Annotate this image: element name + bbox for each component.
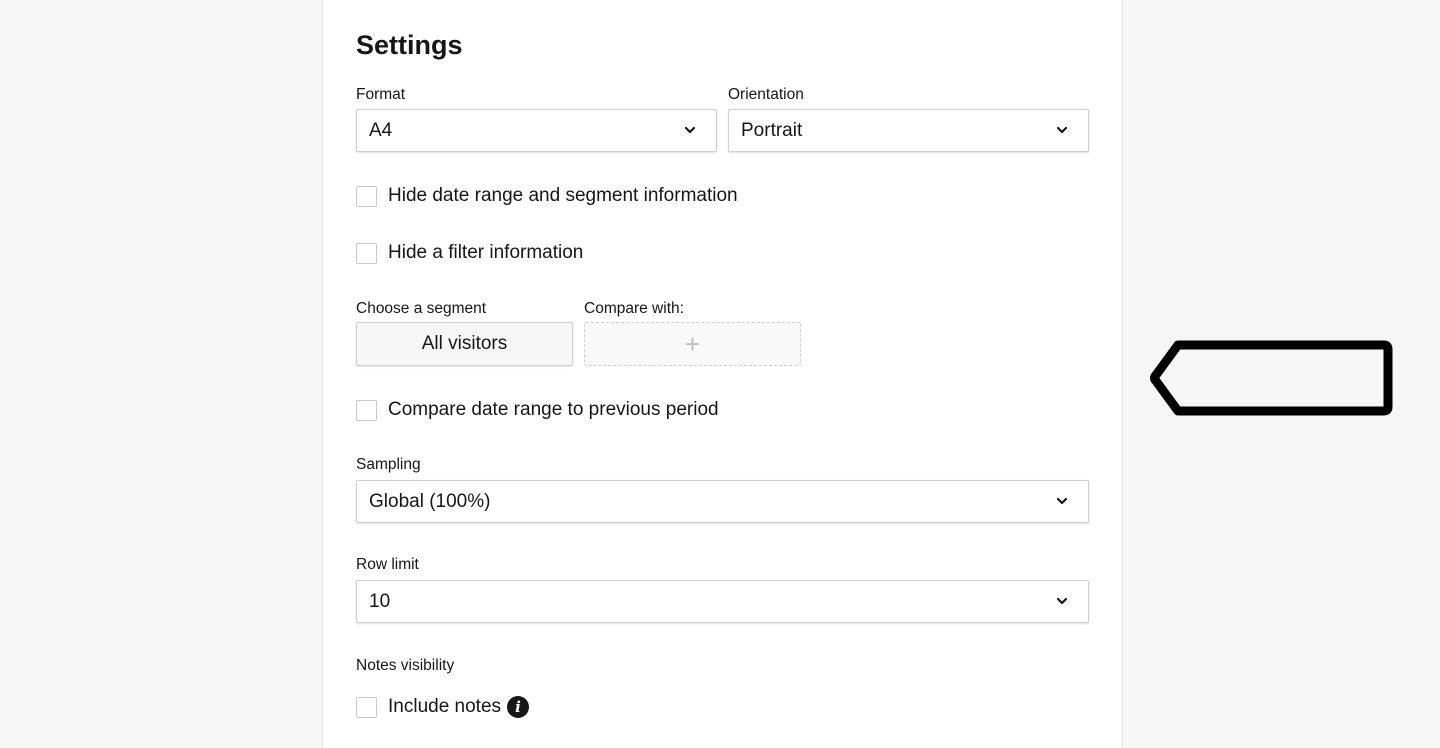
chevron-down-icon: [1056, 126, 1068, 134]
orientation-label: Orientation: [728, 86, 804, 103]
chevron-down-icon: [684, 126, 696, 134]
hide-filter-checkbox[interactable]: [356, 242, 377, 264]
plus-icon: +: [684, 329, 701, 359]
sampling-label: Sampling: [356, 456, 421, 473]
compare-add-button[interactable]: +: [584, 322, 801, 366]
orientation-select[interactable]: Portrait: [728, 109, 1089, 152]
row-limit-label: Row limit: [356, 556, 419, 573]
arrow-tag-outline-icon: [1150, 340, 1393, 416]
sampling-select[interactable]: Global (100%): [356, 480, 1089, 523]
format-value: A4: [369, 119, 393, 141]
format-select[interactable]: A4: [356, 109, 717, 152]
orientation-value: Portrait: [741, 119, 803, 141]
notes-visibility-label: Notes visibility: [356, 657, 455, 674]
compare-date-range-label: Compare date range to previous period: [388, 399, 719, 420]
include-notes-option[interactable]: Include notes i: [356, 696, 530, 718]
compare-date-range-option[interactable]: Compare date range to previous period: [356, 399, 719, 421]
include-notes-checkbox[interactable]: [356, 696, 377, 718]
include-notes-label: Include notes: [388, 696, 502, 717]
settings-panel: Settings Format A4 Orientation Portrait …: [322, 0, 1123, 748]
compare-label: Compare with:: [584, 300, 684, 317]
chevron-down-icon: [1056, 497, 1068, 505]
hide-filter-option[interactable]: Hide a filter information: [356, 242, 583, 264]
hide-date-range-checkbox[interactable]: [356, 185, 377, 207]
info-icon[interactable]: i: [507, 696, 530, 718]
sampling-value: Global (100%): [369, 490, 491, 512]
hide-date-range-label: Hide date range and segment information: [388, 185, 738, 206]
compare-date-range-checkbox[interactable]: [356, 399, 377, 421]
page-title: Settings: [356, 30, 463, 60]
format-label: Format: [356, 86, 406, 103]
segment-label: Choose a segment: [356, 300, 487, 317]
row-limit-select[interactable]: 10: [356, 580, 1089, 623]
hide-date-range-option[interactable]: Hide date range and segment information: [356, 185, 738, 207]
hide-filter-label: Hide a filter information: [388, 242, 584, 263]
segment-button[interactable]: All visitors: [356, 322, 573, 366]
chevron-down-icon: [1056, 597, 1068, 605]
row-limit-value: 10: [369, 590, 391, 612]
